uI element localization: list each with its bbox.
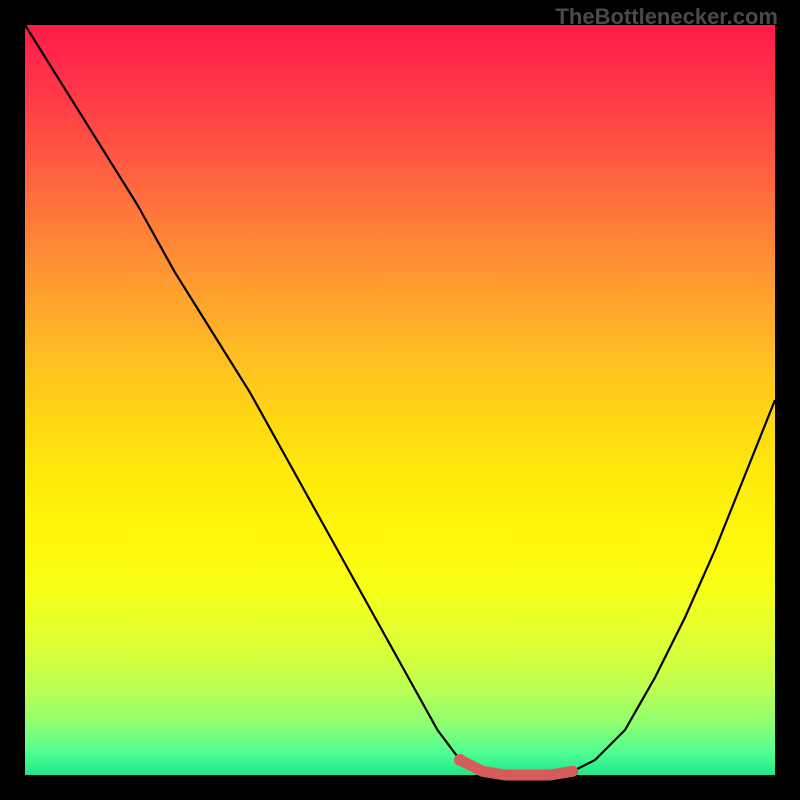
highlight-dot — [454, 754, 466, 766]
highlight-segment — [460, 760, 573, 775]
bottleneck-curve-path — [25, 25, 775, 775]
curve-svg — [25, 25, 775, 775]
plot-area — [25, 25, 775, 775]
chart-container: TheBottlenecker.com — [0, 0, 800, 800]
